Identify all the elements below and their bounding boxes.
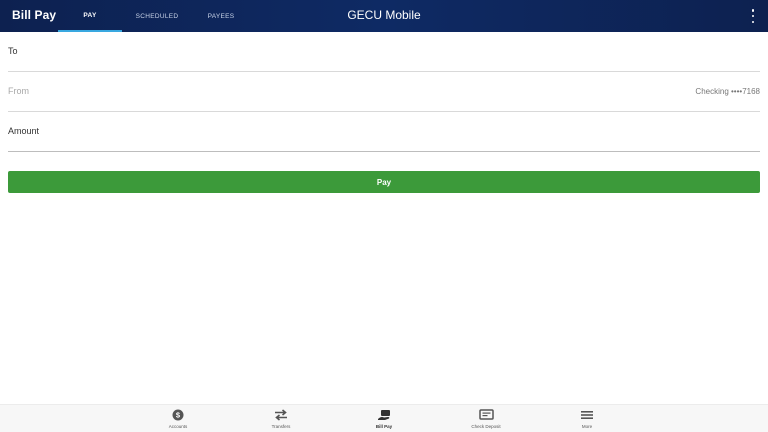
app-title: GECU Mobile bbox=[347, 8, 421, 22]
app-header: Bill Pay PAY SCHEDULED PAYEES GECU Mobil… bbox=[0, 0, 768, 32]
nav-item-transfers[interactable]: Transfers bbox=[251, 408, 311, 429]
nav-item-accounts[interactable]: $ Accounts bbox=[148, 408, 208, 429]
bill-pay-form: To From Checking ••••7168 Amount bbox=[8, 32, 760, 152]
nav-label-check-deposit: Check Deposit bbox=[471, 424, 501, 429]
tab-bar: PAY SCHEDULED PAYEES bbox=[58, 0, 250, 32]
bill-pay-icon bbox=[377, 408, 392, 421]
nav-item-more[interactable]: More bbox=[557, 408, 617, 429]
nav-label-more: More bbox=[581, 424, 593, 429]
from-label: From bbox=[8, 86, 29, 96]
amount-label: Amount bbox=[8, 126, 40, 136]
to-label: To bbox=[8, 46, 18, 56]
from-account-value: Checking ••••7168 bbox=[695, 87, 760, 96]
tab-scheduled[interactable]: SCHEDULED bbox=[122, 0, 192, 32]
menu-icon bbox=[581, 408, 593, 421]
check-deposit-icon bbox=[478, 408, 494, 421]
pay-button[interactable]: Pay bbox=[8, 171, 760, 193]
nav-label-accounts: Accounts bbox=[168, 424, 188, 429]
nav-item-bill-pay[interactable]: Bill Pay bbox=[354, 408, 414, 429]
transfer-arrows-icon bbox=[274, 408, 288, 421]
to-field[interactable]: To bbox=[8, 32, 760, 72]
tab-pay[interactable]: PAY bbox=[58, 0, 122, 32]
dollar-circle-icon: $ bbox=[172, 408, 184, 421]
tab-payees[interactable]: PAYEES bbox=[192, 0, 250, 32]
more-vertical-icon[interactable] bbox=[748, 9, 758, 23]
screen-title: Bill Pay bbox=[12, 8, 57, 22]
bottom-navigation: $ Accounts Transfers Bill Pay Check Depo… bbox=[0, 404, 768, 432]
from-field[interactable]: From Checking ••••7168 bbox=[8, 72, 760, 112]
nav-label-bill-pay: Bill Pay bbox=[375, 424, 393, 429]
nav-item-check-deposit[interactable]: Check Deposit bbox=[456, 408, 516, 429]
amount-field[interactable]: Amount bbox=[8, 112, 760, 152]
nav-label-transfers: Transfers bbox=[271, 424, 291, 429]
